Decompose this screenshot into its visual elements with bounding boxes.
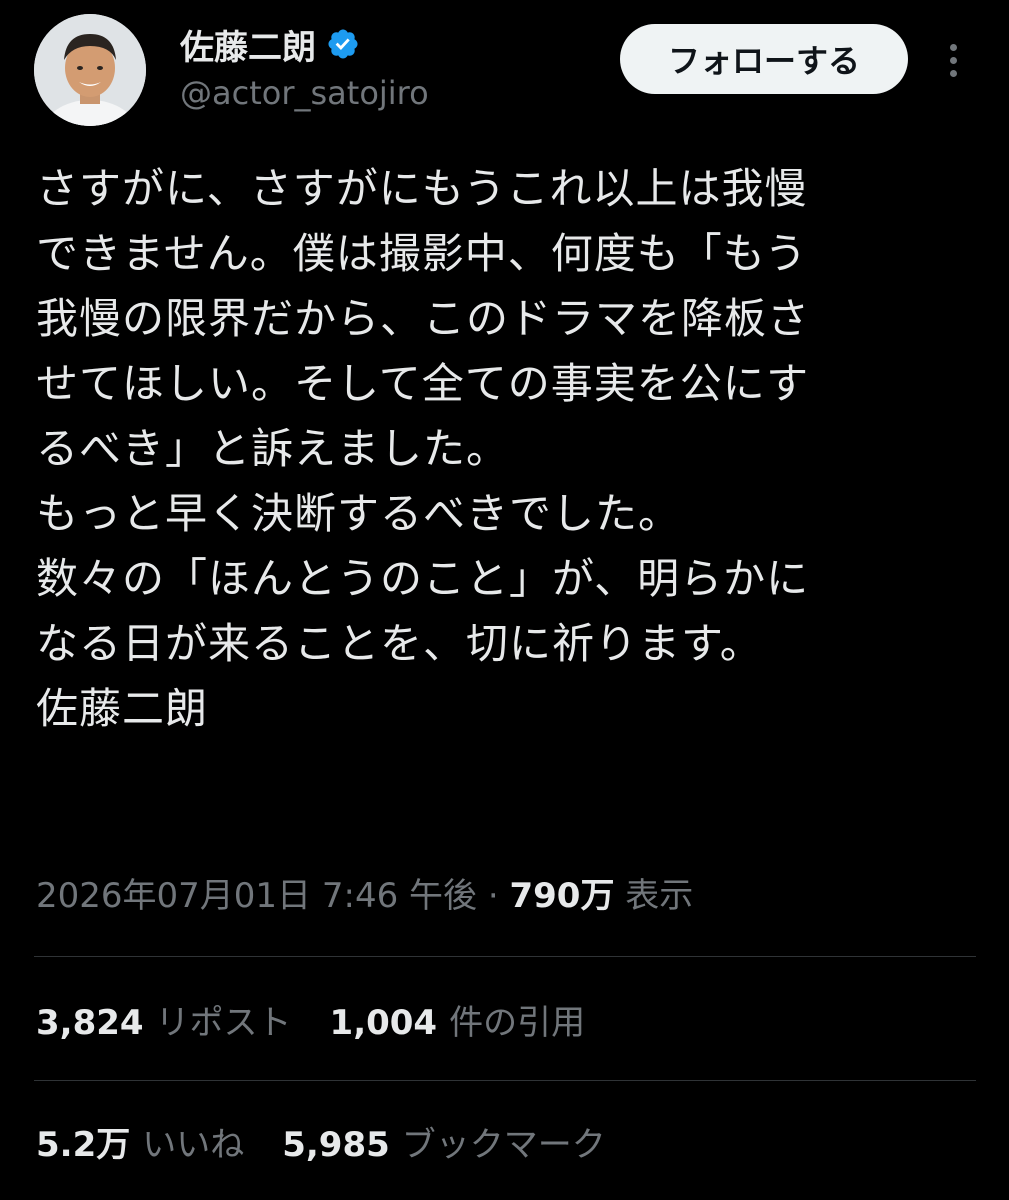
- more-dot: [949, 43, 957, 51]
- likes-count: 5.2万: [36, 1125, 131, 1165]
- tweet-text: さすがに、さすがにもうこれ以上は我慢 できません。僕は撮影中、何度も「もう 我慢…: [36, 156, 976, 741]
- avatar-photo: [34, 14, 146, 126]
- quotes-count: 1,004: [329, 1003, 438, 1043]
- quotes-label: 件の引用: [449, 1003, 586, 1043]
- author-handle[interactable]: @actor_satojiro: [180, 74, 429, 112]
- verified-badge-icon: [328, 29, 358, 59]
- tweet-signature: 佐藤二朗: [36, 684, 209, 733]
- author-avatar[interactable]: [34, 14, 146, 126]
- likes-label: いいね: [142, 1125, 245, 1165]
- divider: [34, 956, 976, 957]
- more-dot: [949, 69, 957, 77]
- bookmarks-count: 5,985: [282, 1125, 390, 1165]
- bookmarks-label: ブックマーク: [401, 1125, 606, 1165]
- views-label: 表示: [614, 876, 694, 916]
- tweet-text-line: せてほしい。そして全ての事実を公にす: [36, 359, 810, 408]
- meta-separator: ·: [477, 876, 510, 916]
- tweet-meta: 2026年07月01日 7:46 午後 · 790万 表示: [36, 870, 693, 922]
- bookmarks-stat[interactable]: 5,985 ブックマーク: [282, 1117, 606, 1166]
- tweet-text-line: さすがに、さすがにもうこれ以上は我慢: [36, 164, 808, 213]
- follow-button[interactable]: フォローする: [620, 24, 908, 94]
- reposts-label: リポスト: [155, 1003, 292, 1043]
- quotes-stat[interactable]: 1,004 件の引用: [330, 995, 586, 1044]
- author-name-row[interactable]: 佐藤二朗: [180, 20, 360, 68]
- tweet-text-line: 我慢の限界だから、このドラマを降板さ: [36, 294, 811, 343]
- more-dot: [949, 56, 957, 64]
- tweet-text-line: もっと早く決断するべきでした。: [36, 489, 682, 538]
- reposts-stat[interactable]: 3,824 リポスト: [36, 995, 292, 1044]
- reposts-count: 3,824: [36, 1003, 144, 1043]
- tweet-text-line: 数々の「ほんとうのこと」が、明らかに: [36, 554, 810, 603]
- stats-row-likes-bookmarks: 5.2万 いいね 5,985 ブックマーク: [36, 1117, 644, 1166]
- author-display-name[interactable]: 佐藤二朗: [180, 20, 316, 69]
- views-count: 790万: [509, 876, 615, 916]
- tweet-text-line: なる日が来ることを、切に祈ります。: [36, 619, 763, 668]
- tweet-text-line: できません。僕は撮影中、何度も「もう: [36, 229, 808, 278]
- tweet-timestamp[interactable]: 2026年07月01日 7:46 午後: [36, 876, 477, 916]
- likes-stat[interactable]: 5.2万 いいね: [36, 1117, 244, 1166]
- divider: [34, 1080, 976, 1081]
- tweet-text-line: るべき」と訴えました。: [36, 424, 510, 473]
- stats-row-reposts-quotes: 3,824 リポスト 1,004 件の引用: [36, 995, 623, 1044]
- more-vertical-icon[interactable]: [935, 36, 971, 84]
